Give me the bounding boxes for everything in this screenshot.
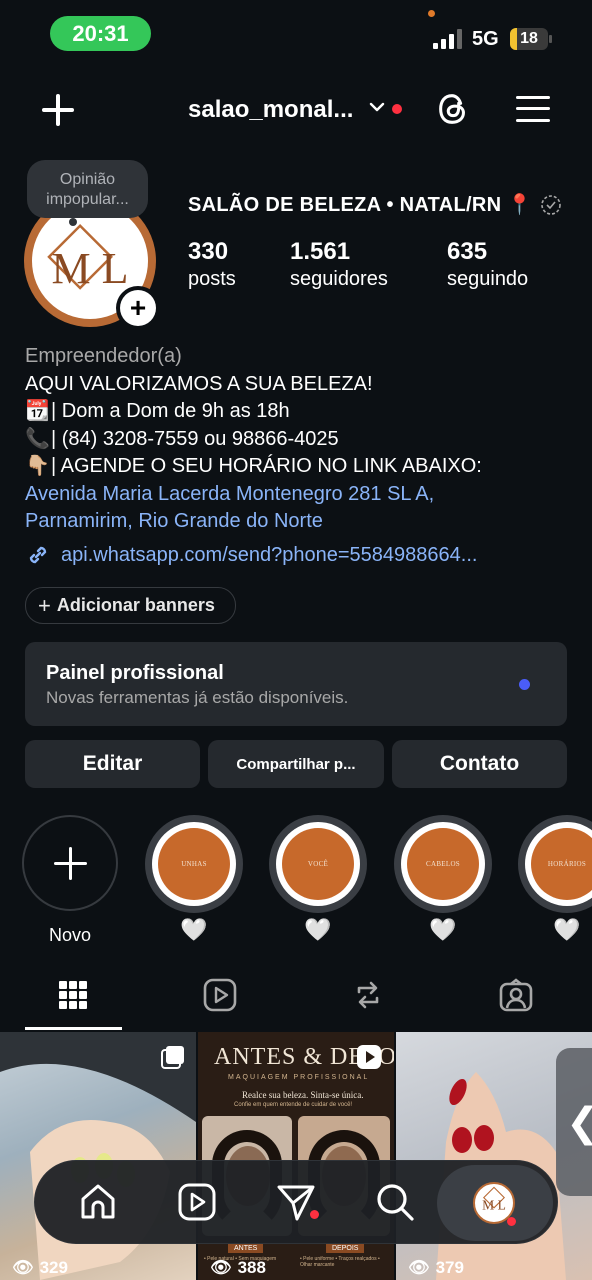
note-text: Opinião impopular... [46, 171, 129, 208]
share-profile-button[interactable]: Compartilhar p... [208, 740, 384, 788]
menu-icon[interactable] [516, 94, 550, 124]
eye-icon: 👁 [12, 1258, 34, 1277]
reel-icon [357, 1045, 381, 1069]
create-button[interactable] [40, 92, 76, 128]
view-count: 👁 379 [408, 1258, 464, 1277]
chevron-down-icon[interactable] [368, 98, 386, 116]
followers-count[interactable]: 1.561 seguidores [290, 238, 388, 291]
pointing-down-emoji: 👇🏼 [25, 455, 50, 477]
post-tagline-2: Confie em quem entende de cuidar de você… [234, 1102, 353, 1108]
bio-line: 👇🏼| AGENDE O SEU HORÁRIO NO LINK ABAIXO: [25, 453, 585, 481]
address-link[interactable]: Avenida Maria Lacerda Montenegro 281 SL … [25, 481, 585, 536]
eye-icon: 👁 [408, 1258, 430, 1277]
before-label: ANTES [228, 1244, 264, 1253]
heart-icon: 🤍 [429, 917, 457, 942]
highlight-item[interactable]: UNHAS 🤍 [144, 815, 244, 943]
post-tagline: Realce sua beleza. Sinta-se única. [242, 1090, 364, 1100]
heart-icon: 🤍 [553, 917, 581, 942]
battery-icon: 18 [510, 28, 548, 50]
grid-icon[interactable] [56, 978, 90, 1012]
clock: 20:31 [50, 16, 151, 51]
username-switcher[interactable]: salao_monal... [188, 96, 353, 124]
view-count: 👁 388 [210, 1258, 266, 1277]
carousel-icon [161, 1046, 184, 1069]
after-note: • Pele uniforme • Traços realçados • Olh… [300, 1256, 380, 1268]
back-arrow-icon: ❮ [566, 1100, 592, 1146]
privacy-indicator [428, 10, 435, 17]
profile-tab[interactable]: M L [437, 1165, 553, 1241]
bottom-navigation: M L [34, 1160, 558, 1244]
pin-emoji: 📍 [507, 194, 533, 216]
heart-icon: 🤍 [180, 917, 208, 942]
website-link[interactable]: api.whatsapp.com/send?phone=5584988664..… [25, 541, 477, 569]
bio-line: 📞| (84) 3208-7559 ou 98866-4025 [25, 426, 585, 454]
content-tabs [0, 968, 592, 1032]
plus-icon [22, 815, 118, 911]
battery-level: 18 [520, 30, 538, 47]
after-label: DEPOIS [326, 1244, 365, 1253]
search-icon[interactable] [374, 1181, 416, 1223]
reels-nav-icon[interactable] [176, 1181, 218, 1223]
highlight-item[interactable]: CABELOS 🤍 [393, 815, 493, 943]
status-bar: 20:31 5G 18 [0, 0, 592, 70]
profile-header: salao_monal... [0, 80, 592, 140]
contact-button[interactable]: Contato [392, 740, 567, 788]
phone-emoji: 📞 [25, 427, 50, 450]
signal-icon [433, 29, 463, 49]
category-label: Empreendedor(a) [25, 345, 182, 367]
bio-line: AQUI VALORIZAMOS A SUA BELEZA! [25, 372, 373, 395]
edit-profile-button[interactable]: Editar [25, 740, 200, 788]
post-subtitle: MAQUIAGEM PROFISSIONAL [228, 1074, 370, 1081]
link-icon [29, 546, 47, 564]
professional-dashboard[interactable]: Painel profissional Novas ferramentas já… [25, 642, 567, 726]
add-banners-button[interactable]: + Adicionar banners [25, 587, 236, 624]
heart-icon: 🤍 [304, 917, 332, 942]
network-type: 5G [472, 28, 499, 50]
battery-tip [549, 35, 552, 43]
tagged-icon[interactable] [499, 978, 533, 1012]
view-count: 👁 329 [12, 1258, 68, 1277]
verification-icon[interactable] [540, 194, 562, 216]
note-bubble[interactable]: Opinião impopular... [27, 160, 148, 226]
panel-subtitle: Novas ferramentas já estão disponíveis. [46, 688, 349, 707]
note-tail [69, 218, 77, 226]
eye-icon: 👁 [210, 1258, 232, 1277]
notification-dot [392, 104, 402, 114]
bio: Empreendedor(a) AQUI VALORIZAMOS A SUA B… [25, 343, 585, 536]
threads-icon[interactable] [434, 90, 472, 128]
bio-line: 📆| Dom a Dom de 9h as 18h [25, 398, 585, 426]
reels-icon[interactable] [203, 978, 237, 1012]
display-name: SALÃO DE BELEZA • NATAL/RN 📍 [188, 194, 533, 216]
panel-title: Painel profissional [46, 662, 224, 684]
calendar-emoji: 📆 [25, 400, 50, 422]
profile-notification-dot [507, 1217, 516, 1226]
highlight-item[interactable]: HORÁRIOS 🤍 [517, 815, 592, 943]
reposts-icon[interactable] [351, 978, 385, 1012]
plus-icon: + [120, 290, 156, 326]
highlight-item[interactable]: VOCÊ 🤍 [268, 815, 368, 943]
svg-text:M L: M L [482, 1197, 506, 1212]
add-story-button[interactable]: + [116, 286, 160, 330]
following-count[interactable]: 635 seguindo [447, 238, 528, 291]
plus-icon: + [38, 592, 51, 618]
posts-count[interactable]: 330 posts [188, 238, 236, 291]
messages-notification-dot [310, 1210, 319, 1219]
home-icon[interactable] [77, 1181, 119, 1223]
active-tab-indicator [25, 1027, 122, 1030]
new-indicator-dot [519, 679, 530, 690]
side-panel-handle[interactable]: ❮ [556, 1048, 592, 1196]
svg-text:M L: M L [52, 244, 129, 293]
new-highlight[interactable]: Novo [20, 815, 120, 946]
